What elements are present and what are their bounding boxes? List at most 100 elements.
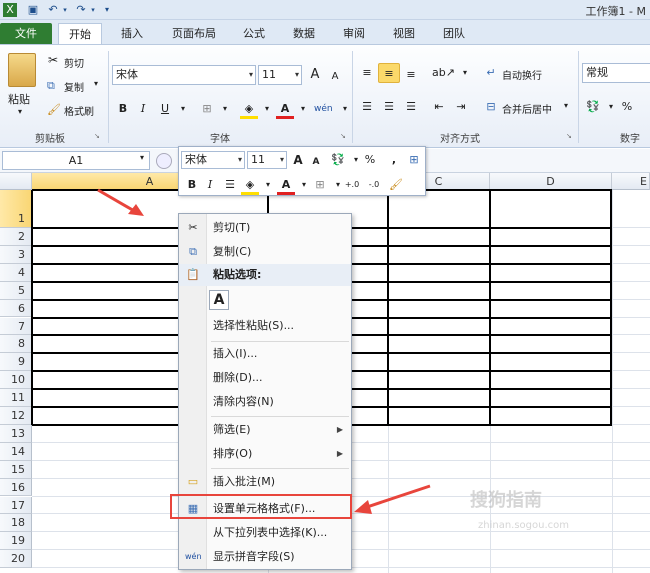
decrease-decimal-icon[interactable]: -.0 (365, 175, 383, 195)
orientation-icon[interactable]: ab↗ (432, 63, 455, 83)
row-header[interactable]: 7 (0, 317, 32, 336)
tab-data[interactable]: 数据 (284, 23, 324, 44)
copy-dropdown-icon[interactable]: ▾ (94, 79, 98, 88)
row-header[interactable]: 11 (0, 389, 32, 407)
copy-button[interactable]: 复制 (64, 79, 84, 94)
row-header[interactable]: 13 (0, 424, 32, 443)
tab-page-layout[interactable]: 页面布局 (162, 23, 226, 44)
row-header[interactable]: 5 (0, 281, 32, 300)
alignment-launcher-icon[interactable]: ↘ (566, 132, 574, 140)
mini-fill-dropdown-icon[interactable]: ▾ (259, 175, 277, 195)
row-header[interactable]: 16 (0, 478, 32, 497)
mini-center-icon[interactable]: ☰ (221, 175, 239, 195)
wrap-text-button[interactable]: 自动换行 (502, 67, 542, 82)
row-header[interactable]: 9 (0, 353, 32, 372)
row-header[interactable]: 8 (0, 335, 32, 354)
row-header[interactable]: 3 (0, 245, 32, 264)
row-header[interactable]: 12 (0, 407, 32, 425)
increase-decimal-icon[interactable]: +.0 (343, 175, 361, 195)
mini-comma-button[interactable]: , (385, 150, 403, 170)
row-header[interactable]: 19 (0, 532, 32, 551)
borders-icon[interactable]: ⊞ (198, 99, 216, 119)
menu-item-paste-special[interactable]: 选择性粘贴(S)... (179, 315, 351, 337)
row-header[interactable]: 20 (0, 550, 32, 569)
tab-home[interactable]: 开始 (58, 23, 102, 44)
tab-file[interactable]: 文件 (0, 23, 52, 44)
menu-item-cut[interactable]: ✂ 剪切(T) (179, 217, 351, 239)
menu-item-pick-from-list[interactable]: 从下拉列表中选择(K)... (179, 522, 351, 544)
menu-item-insert-comment[interactable]: ▭ 插入批注(M) (179, 471, 351, 493)
column-header-e[interactable]: E (612, 173, 650, 190)
row-header[interactable]: 10 (0, 371, 32, 390)
align-middle-icon[interactable]: ≡ (378, 63, 400, 83)
align-left-icon[interactable]: ☰ (358, 97, 376, 117)
decrease-indent-icon[interactable]: ⇤ (430, 97, 448, 117)
mini-merge-icon[interactable]: ⊞ (405, 150, 423, 170)
align-bottom-icon[interactable]: ≡ (402, 65, 420, 85)
mini-format-painter-icon[interactable]: 🖌 (387, 175, 405, 195)
italic-button[interactable]: I (134, 99, 152, 119)
phonetic-icon[interactable]: wén (314, 99, 333, 119)
tab-insert[interactable]: 插入 (110, 23, 154, 44)
function-wizard-icon[interactable] (156, 153, 172, 169)
paste-button[interactable]: 粘贴 (8, 91, 30, 107)
format-painter-button[interactable]: 格式刷 (64, 103, 94, 118)
increase-indent-icon[interactable]: ⇥ (452, 97, 470, 117)
row-header[interactable]: 15 (0, 460, 32, 479)
customize-qat-icon[interactable]: ▾ (100, 3, 114, 17)
grow-font-button[interactable]: A (306, 65, 324, 85)
percent-button[interactable]: % (618, 97, 636, 117)
menu-item-clear-contents[interactable]: 清除内容(N) (179, 391, 351, 413)
row-header[interactable]: 4 (0, 263, 32, 282)
paste-icon[interactable] (8, 53, 36, 87)
menu-item-copy[interactable]: ⧉ 复制(C) (179, 241, 351, 263)
number-format-combo[interactable]: 常规 (582, 63, 650, 83)
save-icon[interactable]: ▣ (26, 3, 40, 17)
mini-borders-icon[interactable]: ⊞ (311, 175, 329, 195)
menu-item-insert[interactable]: 插入(I)... (179, 343, 351, 365)
font-color-icon[interactable]: A (276, 99, 294, 119)
merge-dropdown-icon[interactable]: ▾ (564, 101, 568, 110)
borders-dropdown-icon[interactable]: ▾ (216, 99, 234, 119)
menu-item-delete[interactable]: 删除(D)... (179, 367, 351, 389)
font-size-combo[interactable]: 11 ▾ (258, 65, 302, 85)
redo-dropdown-icon[interactable]: ▾ (86, 3, 100, 17)
row-header[interactable]: 6 (0, 299, 32, 318)
mini-font-name-combo[interactable]: 宋体 ▾ (181, 151, 245, 169)
undo-dropdown-icon[interactable]: ▾ (58, 3, 72, 17)
mini-fill-color-icon[interactable]: ◈ (241, 175, 259, 195)
align-center-icon[interactable]: ☰ (380, 97, 398, 117)
tab-team[interactable]: 团队 (434, 23, 474, 44)
bold-button[interactable]: B (114, 99, 132, 119)
row-header[interactable]: 14 (0, 442, 32, 461)
name-box[interactable]: A1 (2, 151, 150, 170)
font-launcher-icon[interactable]: ↘ (340, 132, 348, 140)
chevron-down-icon[interactable]: ▾ (140, 153, 144, 162)
tab-formulas[interactable]: 公式 (234, 23, 274, 44)
mini-shrink-font-button[interactable]: A (307, 152, 325, 172)
mini-grow-font-button[interactable]: A (289, 150, 307, 170)
font-name-combo[interactable]: 宋体 ▾ (112, 65, 256, 85)
orientation-dropdown-icon[interactable]: ▾ (456, 63, 474, 83)
clipboard-launcher-icon[interactable]: ↘ (94, 132, 102, 140)
fill-color-icon[interactable]: ◈ (240, 99, 258, 119)
underline-dropdown-icon[interactable]: ▾ (174, 99, 192, 119)
merge-center-button[interactable]: 合并后居中 (502, 101, 552, 116)
select-all-corner[interactable] (0, 173, 32, 190)
mini-percent-button[interactable]: % (361, 150, 379, 170)
fill-color-dropdown-icon[interactable]: ▾ (258, 99, 276, 119)
mini-font-size-combo[interactable]: 11 ▾ (247, 151, 287, 169)
row-header[interactable]: 2 (0, 228, 32, 246)
mini-font-color-icon[interactable]: A (277, 175, 295, 195)
align-top-icon[interactable]: ≡ (358, 63, 376, 83)
paste-keep-text-button[interactable]: A (209, 290, 229, 310)
mini-accounting-icon[interactable]: 💱 (329, 150, 347, 170)
row-header[interactable]: 1 (0, 190, 32, 228)
menu-item-show-phonetic[interactable]: wén 显示拼音字段(S) (179, 546, 351, 568)
font-color-dropdown-icon[interactable]: ▾ (294, 99, 312, 119)
column-header-d[interactable]: D (490, 173, 612, 190)
menu-item-sort[interactable]: 排序(O) ▶ (179, 443, 351, 465)
menu-item-filter[interactable]: 筛选(E) ▶ (179, 419, 351, 441)
paste-dropdown-icon[interactable]: ▾ (18, 107, 22, 116)
accounting-icon[interactable]: 💱 (584, 97, 602, 117)
